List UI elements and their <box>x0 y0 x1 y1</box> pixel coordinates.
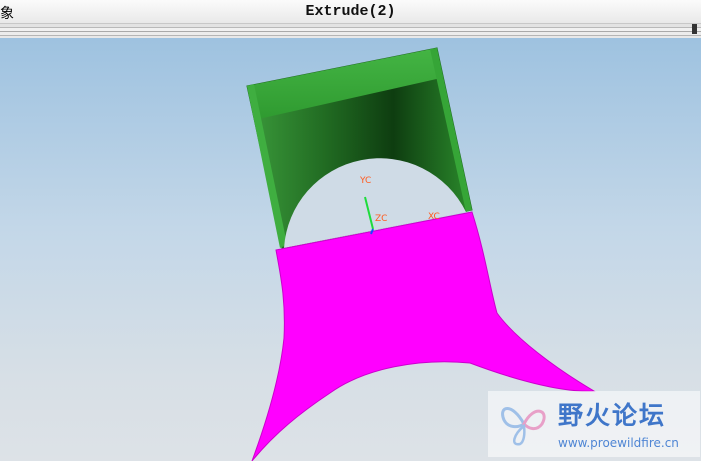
watermark-title: 野火论坛 <box>558 401 667 430</box>
axis-label-yc: YC <box>360 176 372 186</box>
butterfly-logo-icon <box>501 407 546 446</box>
title-divider <box>0 24 701 38</box>
resize-handle[interactable] <box>692 24 697 34</box>
window-titlebar: 象 Extrude(2) <box>0 0 701 24</box>
axis-label-xc: XC <box>428 212 440 222</box>
watermark: 野火论坛 www.proewildfire.cn <box>488 391 700 457</box>
axis-label-zc: ZC <box>375 214 388 224</box>
watermark-url: www.proewildfire.cn <box>558 436 679 450</box>
window-title: Extrude(2) <box>305 3 396 20</box>
